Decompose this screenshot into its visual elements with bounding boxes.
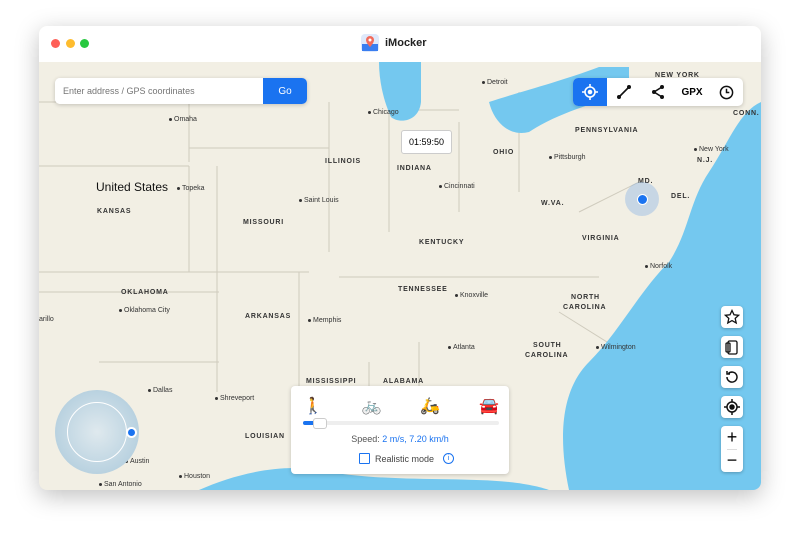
realistic-mode-checkbox[interactable] (359, 453, 370, 464)
map-label: ALABAMA (383, 378, 424, 385)
map-label: NORTH (571, 294, 600, 301)
walk-icon[interactable]: 🚶 (303, 396, 323, 416)
device-button[interactable] (721, 336, 743, 358)
map-label: arillo (39, 316, 54, 323)
gpx-button[interactable]: GPX (675, 78, 709, 106)
device-icon (725, 340, 738, 355)
zoom-in-button[interactable]: + (727, 426, 738, 449)
app-logo-icon (361, 34, 379, 52)
multi-spot-mode-button[interactable] (641, 78, 675, 106)
map-label: ARKANSAS (245, 313, 292, 320)
map-label: San Antonio (99, 481, 142, 488)
locate-icon (724, 399, 740, 415)
map-label: Saint Louis (299, 197, 339, 204)
crosshair-icon (582, 84, 598, 100)
map-label: Chicago (368, 109, 399, 116)
route-icon (617, 85, 631, 99)
car-icon[interactable]: 🚘 (479, 396, 499, 416)
clock-icon (719, 85, 733, 99)
map-label: Cincinnati (439, 183, 475, 190)
joystick-handle[interactable] (126, 427, 137, 438)
close-window-button[interactable] (51, 39, 60, 48)
map-label: Memphis (308, 317, 341, 324)
speed-panel: 🚶 🚲 🛵 🚘 Speed: 2 m/s, 7.20 km/h Realisti… (291, 386, 509, 474)
bike-icon[interactable]: 🚲 (362, 396, 382, 416)
map-label: Oklahoma City (119, 307, 170, 314)
map-label: Topeka (177, 185, 205, 192)
go-button[interactable]: Go (263, 78, 307, 104)
app-window: iMocker NEBRASKAOmahaUnited StatesTopeka… (39, 26, 761, 490)
map-label: SOUTH (533, 342, 562, 349)
map-label: Pittsburgh (549, 154, 586, 161)
map-label: Dallas (148, 387, 172, 394)
speed-slider[interactable] (303, 418, 499, 429)
map-label: OKLAHOMA (121, 289, 169, 296)
realistic-mode-label: Realistic mode (375, 453, 435, 464)
share-icon (652, 85, 664, 99)
info-icon[interactable]: i (443, 453, 455, 464)
map-label: KENTUCKY (419, 239, 465, 246)
map-label: Shreveport (215, 395, 254, 402)
two-spot-mode-button[interactable] (607, 78, 641, 106)
map-label: N.J. (697, 157, 714, 164)
map-label: Houston (179, 473, 210, 480)
scooter-icon[interactable]: 🛵 (420, 396, 440, 416)
search-bar: Go (55, 78, 307, 104)
map-label: New York (694, 146, 729, 153)
map-label: Detroit (482, 79, 508, 86)
teleport-mode-button[interactable] (573, 78, 607, 106)
map-label: INDIANA (397, 165, 432, 172)
speed-value: 2 m/s, 7.20 km/h (382, 434, 449, 444)
map-label: TENNESSEE (398, 286, 448, 293)
map-label: CONN. (733, 110, 760, 117)
map-label: PENNSYLVANIA (575, 127, 639, 134)
map-label: LOUISIAN (245, 433, 285, 440)
zoom-control: + − (721, 426, 743, 472)
map-label: ILLINOIS (325, 158, 361, 165)
map-label: W.VA. (541, 200, 565, 207)
map-label: DEL. (671, 193, 691, 200)
zoom-in-icon: + (726, 427, 738, 447)
map-label: Atlanta (448, 344, 475, 351)
favorites-button[interactable] (721, 306, 743, 328)
map-label: Omaha (169, 116, 197, 123)
speed-slider-thumb[interactable] (312, 418, 327, 429)
map[interactable]: NEBRASKAOmahaUnited StatesTopekaKANSASIL… (39, 62, 761, 490)
reset-icon (726, 371, 738, 383)
joystick[interactable] (55, 390, 139, 474)
mode-toolbar: GPX (573, 78, 743, 106)
address-input[interactable] (55, 78, 263, 104)
map-label: Norfolk (645, 263, 672, 270)
title-bar: iMocker (39, 26, 761, 62)
map-label: OHIO (493, 149, 515, 156)
current-location-marker[interactable] (625, 182, 659, 216)
minimize-window-button[interactable] (66, 39, 75, 48)
app-title: iMocker (385, 37, 427, 49)
map-label: VIRGINIA (582, 235, 620, 242)
history-button[interactable] (709, 78, 743, 106)
map-label: Wilmington (596, 344, 636, 351)
reset-location-button[interactable] (721, 366, 743, 388)
zoom-out-icon: − (726, 449, 738, 470)
map-label: Knoxville (455, 292, 488, 299)
map-label: CAROLINA (563, 304, 607, 311)
map-label: KANSAS (97, 208, 132, 215)
star-icon (724, 309, 740, 325)
locate-button[interactable] (721, 396, 743, 418)
map-label: MISSISSIPPI (306, 378, 357, 385)
speed-label: Speed: (351, 434, 380, 444)
map-label: United States (96, 180, 169, 194)
maximize-window-button[interactable] (80, 39, 89, 48)
map-label: MISSOURI (243, 219, 285, 226)
map-label: CAROLINA (525, 352, 569, 359)
cooldown-timer: 01:59:50 (401, 130, 453, 154)
zoom-out-button[interactable]: − (726, 448, 738, 473)
